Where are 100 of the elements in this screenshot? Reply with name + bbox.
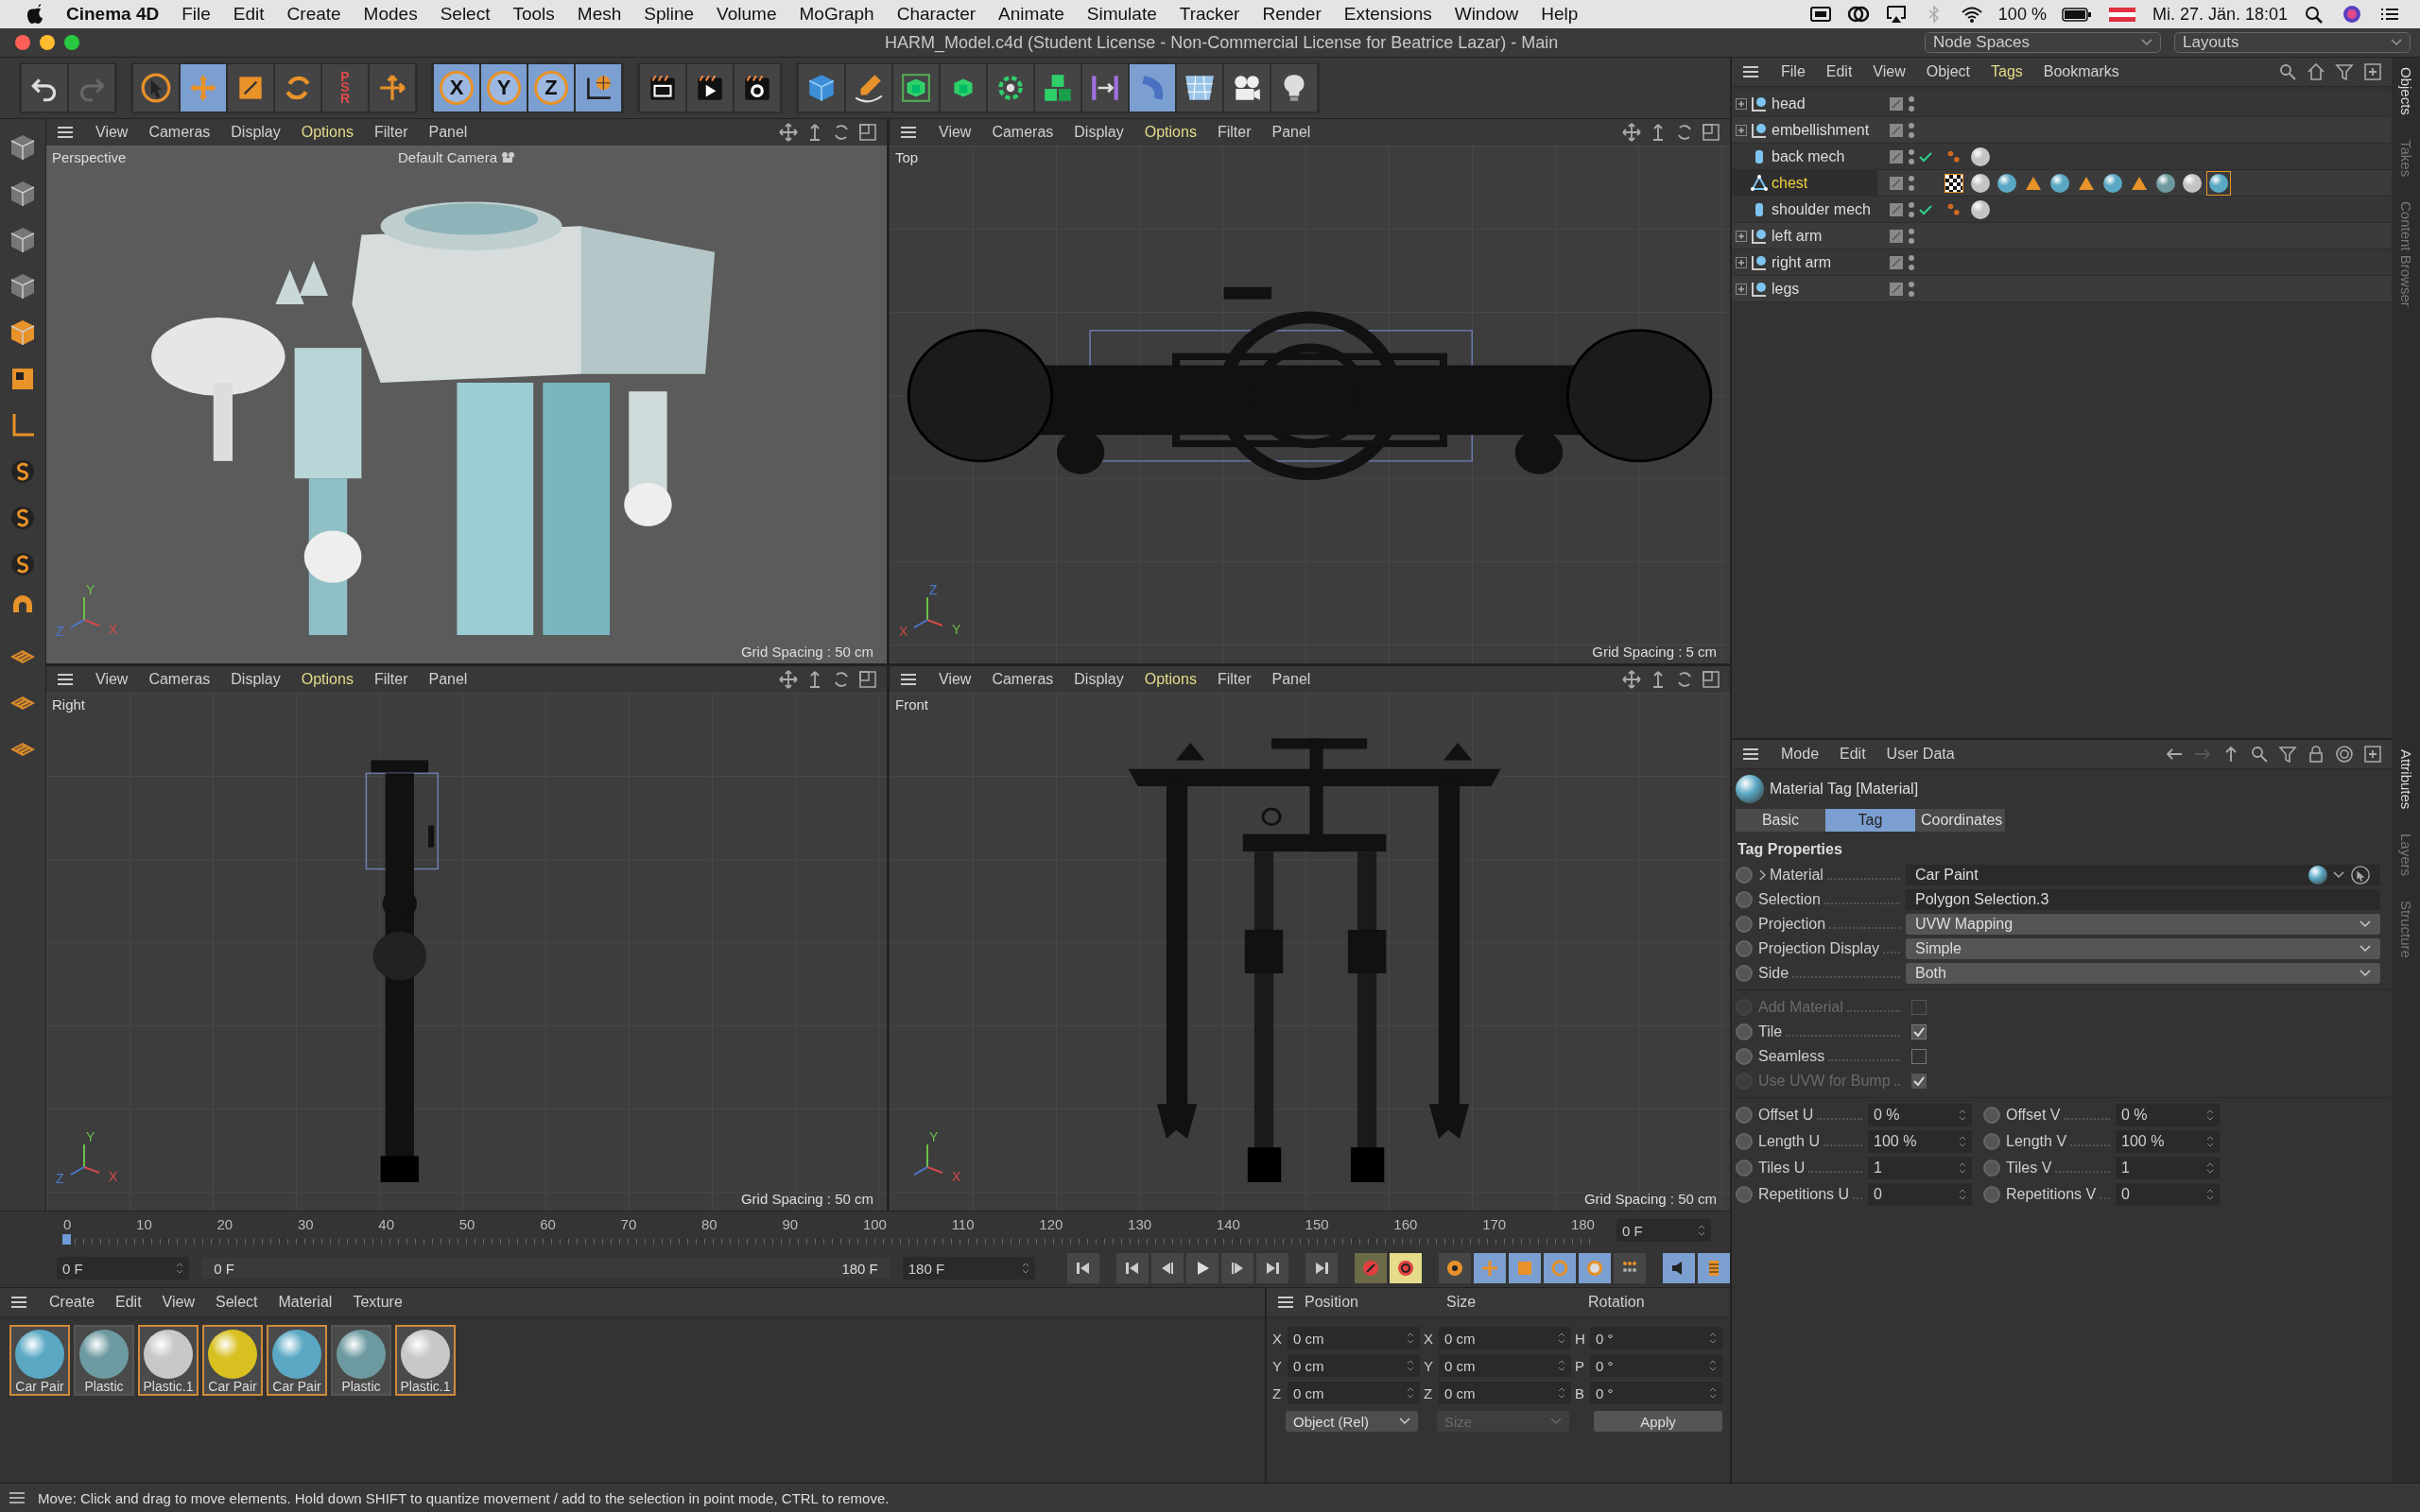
object-menu-item[interactable]: File [1781,63,1806,80]
axis-lock-button[interactable]: Y [481,64,527,112]
attribute-menu-item[interactable]: User Data [1886,746,1955,763]
menu-icon[interactable] [899,125,918,140]
axis-lock-button[interactable]: X [434,64,479,112]
menu-item[interactable]: Help [1541,4,1579,25]
viewport-menu-item[interactable]: Options [1144,671,1197,688]
viewport-menu-item[interactable]: Cameras [992,671,1054,688]
menu-item[interactable]: Render [1262,4,1322,25]
material-swatch[interactable]: Plastic [331,1325,391,1396]
menubar-clock[interactable]: Mi. 27. Jän. 18:01 [2152,4,2288,25]
new-panel-icon[interactable] [2363,745,2382,764]
checkmark-icon[interactable] [1919,203,1932,215]
coordinate-field[interactable]: 0 cm [1288,1327,1420,1349]
maximize-icon[interactable] [1702,670,1720,689]
object-row[interactable]: back mech [1732,144,1877,169]
layer-toggle-icon[interactable] [1889,175,1904,191]
viewport-menu-item[interactable]: Options [301,671,354,688]
material-menu-item[interactable]: Create [49,1294,95,1311]
orbit-icon[interactable] [832,670,851,689]
lock-icon[interactable] [2307,745,2325,764]
home-icon[interactable] [2307,62,2325,81]
next-key-button[interactable] [1256,1253,1288,1283]
viewport-menu-item[interactable]: Panel [1271,671,1311,688]
plus-box-icon[interactable] [1736,256,1747,268]
material-swatch[interactable]: Plastic.1 [138,1325,199,1396]
number-field[interactable]: 100 % [1868,1130,1972,1153]
menu-item[interactable]: Animate [998,4,1064,25]
attribute-tab[interactable]: Tag [1825,809,1915,832]
object-row[interactable]: chest [1732,170,1877,196]
menu-item[interactable]: Extensions [1343,4,1432,25]
previous-key-button[interactable] [1116,1253,1149,1283]
pan-arrows-icon[interactable] [1622,670,1641,689]
toolbar-button[interactable] [22,64,67,112]
viewport-menu-item[interactable]: Panel [428,671,468,688]
object-menu-item[interactable]: Tags [1991,63,2023,80]
menu-icon[interactable] [8,1490,26,1505]
visibility-dots-icon[interactable] [1908,94,1915,113]
attribute-tab[interactable]: Coordinates [1915,809,2005,832]
visibility-dots-icon[interactable] [1908,226,1915,246]
coordinate-field[interactable]: 0 ° [1590,1354,1722,1377]
layer-toggle-icon[interactable] [1889,254,1904,270]
orbit-icon[interactable] [832,123,851,142]
viewport-menu-item[interactable]: View [939,124,972,141]
plus-box-icon[interactable] [1736,283,1747,295]
material-swatch[interactable]: Car Pair [267,1325,327,1396]
keyframe-toggle-icon[interactable] [1736,1186,1753,1203]
number-field[interactable]: 1 [2116,1157,2220,1179]
maximize-icon[interactable] [858,123,877,142]
viewport-menu-item[interactable]: Cameras [148,671,211,688]
viewport-menu-item[interactable]: Cameras [992,124,1054,141]
keyframe-toggle-icon[interactable] [1983,1133,2000,1150]
autokey-button[interactable] [1390,1253,1422,1283]
apple-logo-icon[interactable] [26,4,43,25]
keyframe-toggle-icon[interactable] [1736,890,1753,908]
text-field[interactable]: Polygon Selection.3 [1906,888,2380,910]
visibility-dots-icon[interactable] [1908,279,1915,299]
keyframe-toggle-icon[interactable] [1736,1022,1753,1040]
pan-arrows-icon[interactable] [1622,123,1641,142]
keyframe-selection-button[interactable] [1439,1253,1471,1283]
toolbar-button[interactable] [687,64,733,112]
end-frame-field[interactable]: 180 F [902,1257,1035,1280]
coordinate-field[interactable]: 0 cm [1288,1382,1420,1404]
next-frame-button[interactable] [1221,1253,1253,1283]
menu-item[interactable]: MoGraph [799,4,874,25]
cloud-icon[interactable] [1846,5,1870,24]
side-tab[interactable]: Attributes [2397,749,2414,810]
visibility-dots-icon[interactable] [1908,146,1915,166]
menu-icon[interactable] [1276,1295,1295,1310]
visibility-dots-icon[interactable] [1908,120,1915,140]
viewport-menu-item[interactable]: Options [301,124,354,141]
caret-right-icon[interactable] [1758,868,1766,881]
play-button[interactable] [1186,1253,1219,1283]
viewport-menu-item[interactable]: View [939,671,972,688]
object-row[interactable]: shoulder mech [1732,197,1877,222]
property-dropdown[interactable]: UVW Mapping [1906,913,2380,935]
object-row[interactable]: head [1732,91,1877,116]
number-field[interactable]: 1 [1868,1157,1972,1179]
coordinate-field[interactable]: 0 cm [1439,1382,1571,1404]
keyframe-toggle-icon[interactable] [1736,939,1753,957]
chevron-down-icon[interactable] [2333,870,2344,879]
layer-toggle-icon[interactable] [1889,281,1904,297]
toolbar-button[interactable] [735,64,780,112]
menu-item[interactable]: Spline [644,4,695,25]
close-window-button[interactable] [15,35,30,50]
visibility-dots-icon[interactable] [1908,199,1915,219]
flag-icon[interactable] [2106,5,2137,24]
coordinate-field[interactable]: 0 ° [1590,1327,1722,1349]
pan-arrows-icon[interactable] [779,670,798,689]
viewport-menu-item[interactable]: Panel [428,124,468,141]
viewport-menu-item[interactable]: Filter [373,671,408,688]
toolbar-button[interactable] [640,64,685,112]
visibility-dots-icon[interactable] [1908,252,1915,272]
visibility-dots-icon[interactable] [1908,173,1915,193]
keyframe-toggle-icon[interactable] [1736,1160,1753,1177]
new-panel-icon[interactable] [2363,62,2382,81]
menu-item[interactable]: Volume [717,4,777,25]
viewport-menu-item[interactable]: Filter [1217,671,1252,688]
pointer-circle-icon[interactable] [2350,864,2371,885]
viewport-menu-item[interactable]: Display [1074,671,1124,688]
